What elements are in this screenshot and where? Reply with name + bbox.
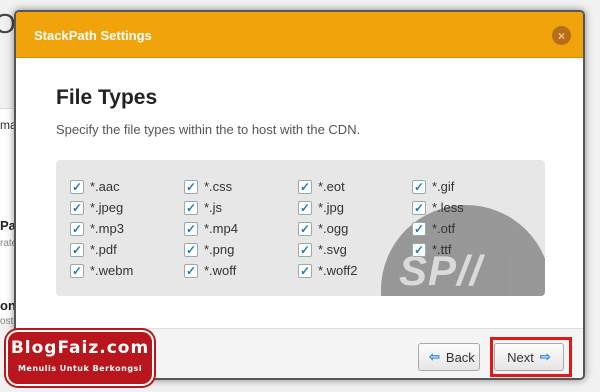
checkbox[interactable]: ✓ [70, 179, 84, 194]
checkbox[interactable]: ✓ [298, 200, 312, 215]
checkbox[interactable]: ✓ [184, 263, 198, 278]
checkbox[interactable]: ✓ [412, 179, 426, 194]
file-type-option[interactable]: ✓ *.webm [70, 260, 184, 281]
close-button[interactable]: × [552, 26, 571, 45]
logo-tagline: Menulis Untuk Berkongsi [17, 364, 143, 373]
file-type-label: *.ttf [432, 242, 452, 257]
file-type-label: *.png [204, 242, 235, 257]
file-type-label: *.webm [90, 263, 134, 278]
file-type-label: *.svg [318, 242, 347, 257]
file-type-label: *.woff2 [318, 263, 358, 278]
file-type-option[interactable]: ✓ *.jpg [298, 197, 412, 218]
file-type-option[interactable]: ✓ *.woff [184, 260, 298, 281]
file-type-label: *.mp3 [90, 221, 124, 236]
checkbox[interactable]: ✓ [184, 221, 198, 236]
file-type-option[interactable]: ✓ *.png [184, 239, 298, 260]
back-button[interactable]: ⇦ Back [418, 343, 480, 371]
checkbox[interactable]: ✓ [412, 242, 426, 257]
file-type-label: *.gif [432, 179, 455, 194]
arrow-left-icon: ⇦ [429, 349, 440, 364]
file-type-label: *.css [204, 179, 233, 194]
file-types-grid: ✓ *.aac ✓ *.css ✓ *.eot ✓ *.gif ✓ *.jpeg ✓ *.js ✓ *.j… [70, 176, 526, 281]
checkbox[interactable]: ✓ [184, 200, 198, 215]
blogfaiz-logo: BlogFaiz.com Menulis Untuk Berkongsi [6, 330, 154, 386]
file-type-label: *.jpeg [90, 200, 124, 215]
arrow-right-icon: ⇨ [539, 349, 551, 364]
checkbox[interactable]: ✓ [298, 263, 312, 278]
checkbox[interactable]: ✓ [70, 200, 84, 215]
file-type-option[interactable]: ✓ *.mp3 [70, 218, 184, 239]
checkbox[interactable]: ✓ [412, 200, 426, 215]
file-type-option[interactable]: ✓ *.pdf [70, 239, 184, 260]
file-type-option[interactable]: ✓ *.gif [412, 176, 526, 197]
checkbox[interactable]: ✓ [70, 263, 84, 278]
file-type-option[interactable]: ✓ *.less [412, 197, 526, 218]
checkbox[interactable]: ✓ [298, 221, 312, 236]
file-type-option[interactable]: ✓ *.eot [298, 176, 412, 197]
file-type-option[interactable]: ✓ *.jpeg [70, 197, 184, 218]
modal-header: StackPath Settings × [16, 12, 583, 58]
section-title: File Types [56, 86, 158, 109]
next-button-label: Next [507, 349, 534, 365]
file-type-option[interactable]: ✓ *.ttf [412, 239, 526, 260]
checkbox[interactable]: ✓ [184, 179, 198, 194]
checkbox[interactable]: ✓ [184, 242, 198, 257]
file-type-label: *.js [204, 200, 223, 215]
file-type-label: *.woff [204, 263, 237, 278]
file-types-panel: SP// ✓ *.aac ✓ *.css ✓ *.eot ✓ *.gif ✓ *.jpeg ✓ *.j… [56, 160, 545, 296]
logo-name: BlogFaiz.com [10, 338, 150, 358]
checkbox[interactable]: ✓ [298, 242, 312, 257]
modal-body: File Types Specify the file types within… [16, 58, 583, 330]
file-type-label: *.aac [90, 179, 120, 194]
file-type-option[interactable]: ✓ *.css [184, 176, 298, 197]
file-type-option[interactable]: ✓ *.mp4 [184, 218, 298, 239]
checkbox[interactable]: ✓ [70, 221, 84, 236]
file-type-label: *.otf [432, 221, 456, 236]
back-button-label: Back [445, 349, 475, 365]
stackpath-settings-modal: StackPath Settings × File Types Specify … [14, 10, 585, 380]
checkbox[interactable]: ✓ [70, 242, 84, 257]
file-type-label: *.eot [318, 179, 345, 194]
checkbox[interactable]: ✓ [412, 221, 426, 236]
file-type-option[interactable]: ✓ *.aac [70, 176, 184, 197]
file-type-option[interactable]: ✓ *.otf [412, 218, 526, 239]
file-type-label: *.pdf [90, 242, 117, 257]
section-description: Specify the file types within the to hos… [56, 122, 361, 137]
file-type-option[interactable]: ✓ *.js [184, 197, 298, 218]
modal-title: StackPath Settings [34, 28, 152, 43]
checkbox[interactable]: ✓ [298, 179, 312, 194]
file-type-label: *.jpg [318, 200, 345, 215]
file-type-label: *.ogg [318, 221, 349, 236]
next-button[interactable]: Next ⇨ [494, 343, 564, 371]
file-type-label: *.mp4 [204, 221, 238, 236]
close-icon: × [557, 28, 565, 43]
file-type-option[interactable]: ✓ *.woff2 [298, 260, 412, 281]
file-type-option[interactable]: ✓ *.ogg [298, 218, 412, 239]
file-type-label: *.less [432, 200, 464, 215]
file-type-option[interactable]: ✓ *.svg [298, 239, 412, 260]
